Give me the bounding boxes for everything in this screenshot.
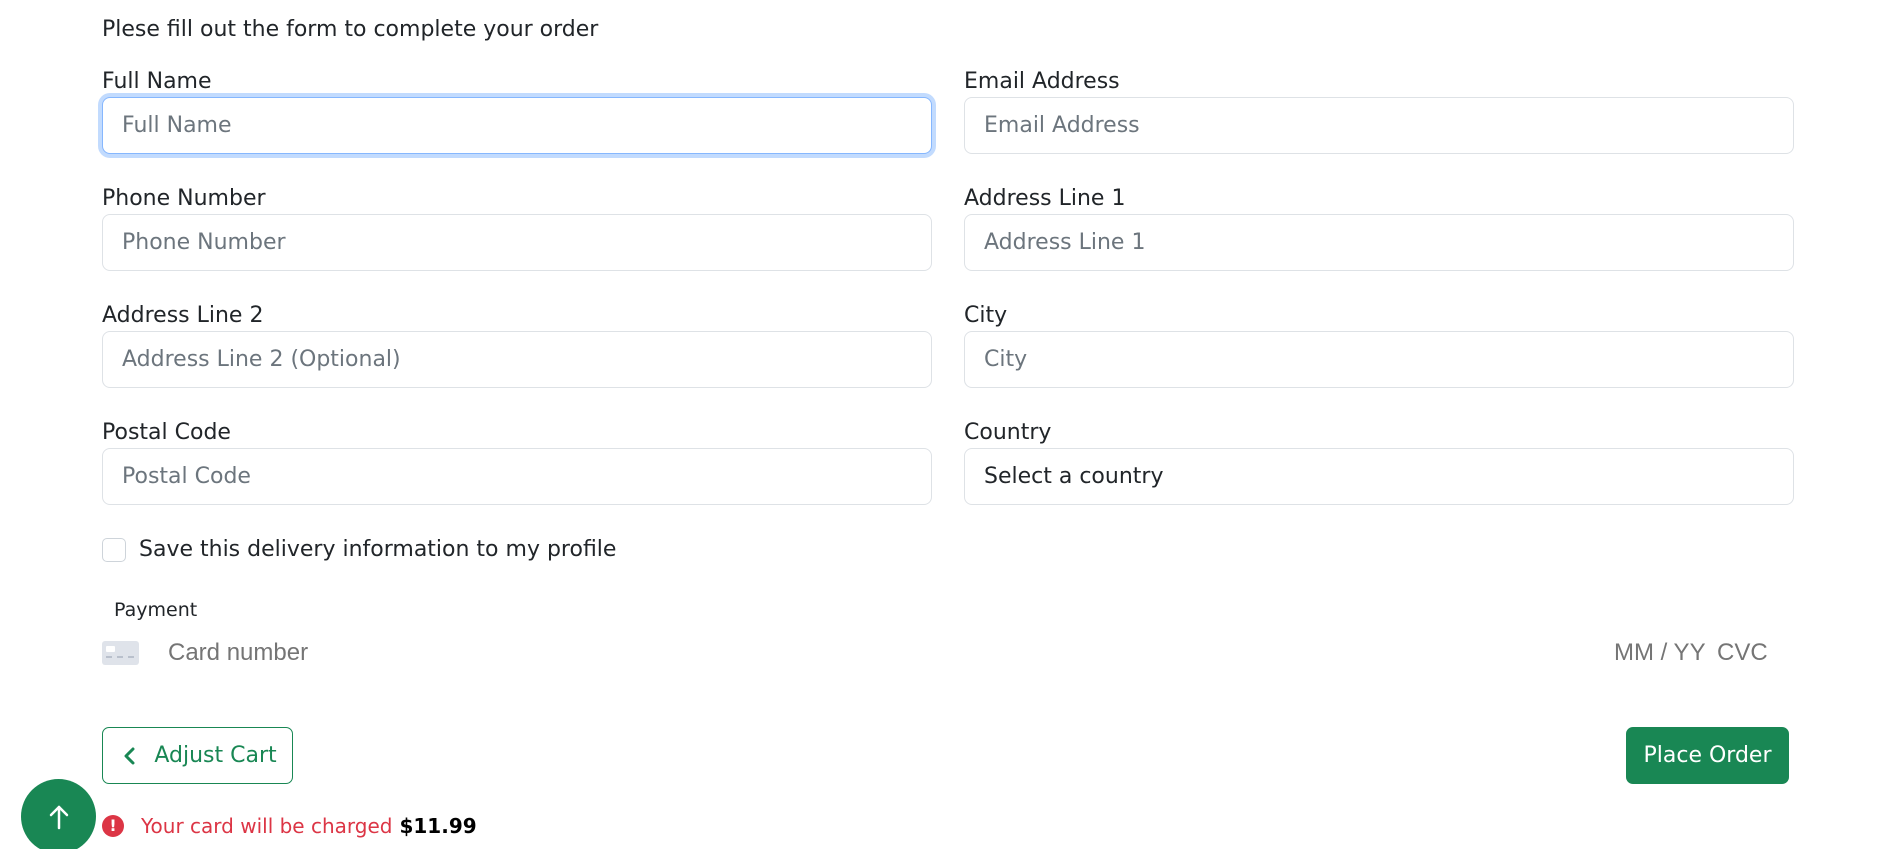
city-group: City	[964, 301, 1794, 388]
form-intro-text: Plese fill out the form to complete your…	[102, 17, 599, 42]
chevron-left-icon	[124, 747, 135, 764]
adjust-cart-button[interactable]: Adjust Cart	[102, 727, 293, 784]
save-info-checkbox[interactable]	[102, 538, 126, 562]
card-number-field[interactable]: Card number	[168, 637, 308, 669]
postal-code-input[interactable]	[102, 448, 932, 505]
checkout-page: Plese fill out the form to complete your…	[0, 0, 1881, 849]
payment-label: Payment	[114, 599, 198, 621]
phone-input[interactable]	[102, 214, 932, 271]
full-name-input[interactable]	[102, 97, 932, 154]
email-label: Email Address	[964, 69, 1120, 94]
city-label: City	[964, 303, 1008, 328]
postal-code-group: Postal Code	[102, 418, 932, 505]
charge-text: Your card will be charged	[141, 814, 393, 838]
full-name-label: Full Name	[102, 69, 212, 94]
address-line-1-label: Address Line 1	[964, 186, 1126, 211]
scroll-to-top-button[interactable]	[21, 779, 96, 849]
country-group: Country Select a country	[964, 418, 1794, 505]
phone-label: Phone Number	[102, 186, 266, 211]
place-order-label: Place Order	[1643, 743, 1772, 768]
postal-code-label: Postal Code	[102, 420, 231, 445]
card-element[interactable]: Card number MM / YY CVC	[102, 635, 1782, 671]
card-expiry-field[interactable]: MM / YY	[1614, 637, 1706, 669]
adjust-cart-label: Adjust Cart	[154, 743, 277, 768]
full-name-group: Full Name	[102, 67, 932, 154]
phone-group: Phone Number	[102, 184, 932, 271]
save-info-label[interactable]: Save this delivery information to my pro…	[139, 536, 616, 564]
address-line-1-input[interactable]	[964, 214, 1794, 271]
charge-notice: ! Your card will be charged $11.99	[102, 812, 477, 840]
save-info-row[interactable]: Save this delivery information to my pro…	[102, 536, 616, 564]
exclamation-circle-icon: !	[102, 815, 124, 837]
card-cvc-field[interactable]: CVC	[1717, 637, 1768, 669]
credit-card-icon	[102, 641, 139, 665]
address-line-2-input[interactable]	[102, 331, 932, 388]
address-line-2-group: Address Line 2	[102, 301, 932, 388]
city-input[interactable]	[964, 331, 1794, 388]
email-group: Email Address	[964, 67, 1794, 154]
place-order-button[interactable]: Place Order	[1626, 727, 1789, 784]
address-line-1-group: Address Line 1	[964, 184, 1794, 271]
email-input[interactable]	[964, 97, 1794, 154]
country-select[interactable]: Select a country	[964, 448, 1794, 505]
arrow-up-icon	[49, 805, 68, 829]
country-label: Country	[964, 420, 1052, 445]
charge-amount: $11.99	[399, 814, 477, 838]
address-line-2-label: Address Line 2	[102, 303, 264, 328]
